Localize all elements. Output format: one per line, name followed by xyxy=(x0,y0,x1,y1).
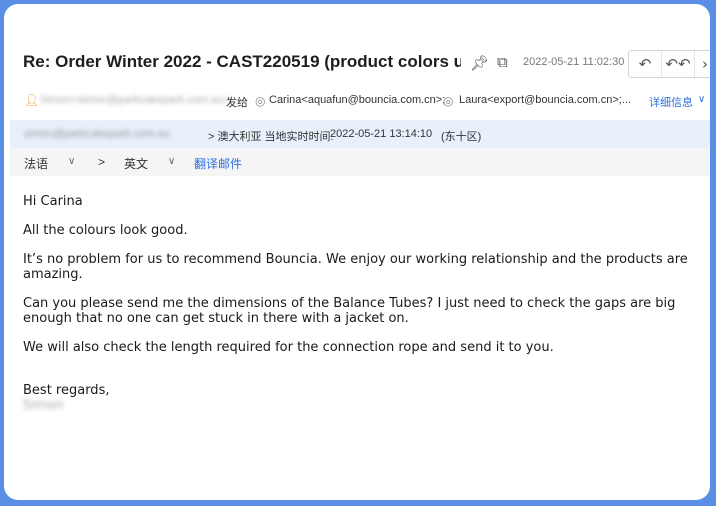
tz-zone: (东十区) xyxy=(441,131,482,143)
email-datetime: 2022-05-21 11:02:30 xyxy=(523,56,625,68)
chevron-right-icon: › xyxy=(702,55,708,73)
local-time-banner: simon@parkcakepark.com.au > 澳大利亚 当地实时时间:… xyxy=(10,120,710,148)
body-paragraph: All the colours look good. xyxy=(23,223,188,238)
details-link[interactable]: 详细信息 xyxy=(649,94,693,110)
recipient-carina[interactable]: Carina<aquafun@bouncia.com.cn>; xyxy=(269,94,445,106)
reply-button[interactable]: ↶ xyxy=(629,51,662,77)
sender-avatar-icon: 👤︎ xyxy=(24,93,40,107)
greeting: Hi Carina xyxy=(23,194,83,209)
recipient-avatar-icon-2: ◎ xyxy=(443,94,454,108)
chevron-down-icon[interactable]: ∨ xyxy=(168,156,175,167)
body-paragraph: We will also check the length required f… xyxy=(23,340,554,355)
target-language-select[interactable]: 英文 xyxy=(124,155,148,172)
more-recipients[interactable]: ... xyxy=(622,94,631,106)
translate-email-link[interactable]: 翻译邮件 xyxy=(194,155,242,172)
source-language-select[interactable]: 法语 xyxy=(24,155,48,172)
chevron-down-icon[interactable]: ∨ xyxy=(698,94,705,105)
recipient-avatar-icon: ◎ xyxy=(255,94,266,108)
reply-button-group: ↶ ↶↶ › xyxy=(628,50,710,78)
translate-bar: 法语 ∨ > 英文 ∨ 翻译邮件 xyxy=(10,148,710,176)
tz-sender: simon@parkcakepark.com.au xyxy=(24,128,170,140)
tz-time: 2022-05-21 13:14:10 xyxy=(330,128,433,140)
sender-address[interactable]: Simon<simon@parkcakepark.com.au> xyxy=(40,94,230,106)
signature: Simon xyxy=(23,398,64,413)
subject-bar: Re: Order Winter 2022 - CAST220519 (prod… xyxy=(4,44,710,84)
recipient-laura[interactable]: Laura<export@bouncia.com.cn>; xyxy=(459,94,622,106)
more-actions-button[interactable]: › xyxy=(695,51,710,77)
popout-icon[interactable]: ⧉ xyxy=(497,53,508,71)
body-paragraph: Can you please send me the dimensions of… xyxy=(23,296,676,326)
reply-all-button[interactable]: ↶↶ xyxy=(662,51,695,77)
email-window: Re: Order Winter 2022 - CAST220519 (prod… xyxy=(4,4,710,500)
email-body: Hi Carina All the colours look good. It’… xyxy=(23,194,710,413)
tz-text: > 澳大利亚 当地实时时间: xyxy=(208,131,334,143)
reply-icon: ↶ xyxy=(638,55,652,73)
chevron-down-icon[interactable]: ∨ xyxy=(68,156,75,167)
recipients-line: 👤︎ Simon<simon@parkcakepark.com.au> 发给 ◎… xyxy=(4,90,710,112)
pin-icon[interactable]: 📌︎ xyxy=(470,54,489,72)
arrow-separator: > xyxy=(98,155,106,169)
reply-all-icon: ↶↶ xyxy=(665,55,691,73)
body-paragraph: It’s no problem for us to recommend Boun… xyxy=(23,252,688,282)
sent-to-label: 发给 xyxy=(226,97,248,109)
closing: Best regards, xyxy=(23,383,110,398)
email-subject: Re: Order Winter 2022 - CAST220519 (prod… xyxy=(23,52,461,71)
